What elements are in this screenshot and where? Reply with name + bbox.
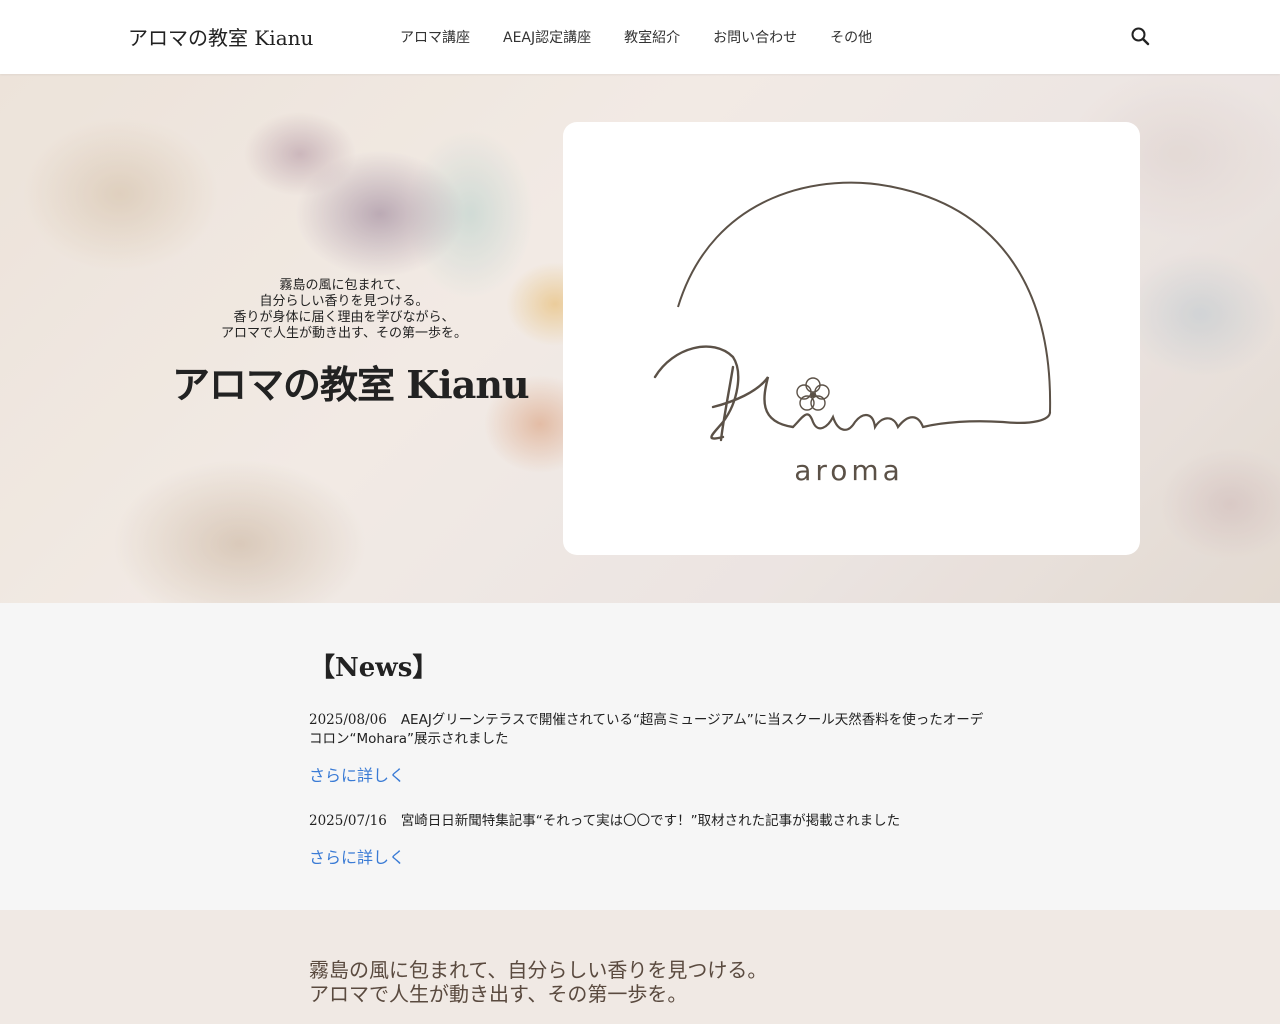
logo-sub-text: aroma (794, 454, 904, 487)
news-text: 宮崎日日新聞特集記事“それって実は〇〇です！”取材された記事が掲載されました (400, 813, 901, 829)
hero-tagline: 霧島の風に包まれて、 自分らしい香りを見つける。 香りが身体に届く理由を学びなが… (172, 278, 516, 342)
news-text: AEAJグリーンテラスで開催されている“超高ミュージアム”に当スクール天然香料を… (309, 712, 984, 747)
search-button[interactable] (1128, 24, 1152, 48)
hero-title: アロマの教室 Kianu (172, 362, 530, 407)
nav-item-other[interactable]: その他 (830, 27, 872, 47)
search-icon (1131, 27, 1150, 46)
intro-line: アロマで人生が動き出す、その第一歩を。 (309, 982, 688, 1006)
nav-item-about[interactable]: 教室紹介 (624, 27, 680, 47)
news-item: 2025/08/06 AEAJグリーンテラスで開催されている“超高ミュージアム”に… (309, 711, 989, 749)
intro-line: 霧島の風に包まれて、自分らしい香りを見つける。 (309, 958, 768, 982)
news-section: 【News】 2025/08/06 AEAJグリーンテラスで開催されている“超高ミ… (0, 603, 1280, 910)
news-date: 2025/08/06 (309, 712, 387, 728)
site-header: アロマの教室 Kianu アロマ講座 AEAJ認定講座 教室紹介 お問い合わせ … (0, 0, 1280, 74)
nav-item-aeaj-course[interactable]: AEAJ認定講座 (503, 27, 591, 47)
logo-script-k (653, 345, 795, 442)
logo-card: aroma (563, 122, 1140, 555)
hero-tagline-line: 香りが身体に届く理由を学びながら、 (233, 310, 455, 325)
flower-icon (796, 377, 830, 411)
kianu-logo: aroma (653, 181, 1052, 487)
hero-tagline-line: 霧島の風に包まれて、 (279, 278, 409, 293)
hero-section: 霧島の風に包まれて、 自分らしい香りを見つける。 香りが身体に届く理由を学びなが… (0, 74, 1280, 603)
main-nav: アロマ講座 AEAJ認定講座 教室紹介 お問い合わせ その他 (400, 27, 905, 47)
hero-tagline-line: 自分らしい香りを見つける。 (259, 294, 429, 309)
news-more-link[interactable]: さらに詳しく (309, 762, 405, 786)
site-title-link[interactable]: アロマの教室 Kianu (128, 22, 313, 51)
news-date: 2025/07/16 (309, 813, 387, 829)
news-heading: 【News】 (309, 653, 439, 683)
nav-item-contact[interactable]: お問い合わせ (713, 27, 797, 47)
intro-text: 霧島の風に包まれて、自分らしい香りを見つける。 アロマで人生が動き出す、その第一… (309, 958, 767, 1006)
news-item: 2025/07/16 宮崎日日新聞特集記事“それって実は〇〇です！”取材された記事… (309, 812, 989, 831)
nav-item-aroma-course[interactable]: アロマ講座 (400, 27, 470, 47)
logo-swash (791, 410, 1052, 431)
hero-tagline-line: アロマで人生が動き出す、その第一歩を。 (221, 326, 467, 341)
intro-section: 霧島の風に包まれて、自分らしい香りを見つける。 アロマで人生が動き出す、その第一… (0, 910, 1280, 1024)
news-more-link[interactable]: さらに詳しく (309, 844, 405, 868)
logo-arch (677, 181, 1052, 413)
